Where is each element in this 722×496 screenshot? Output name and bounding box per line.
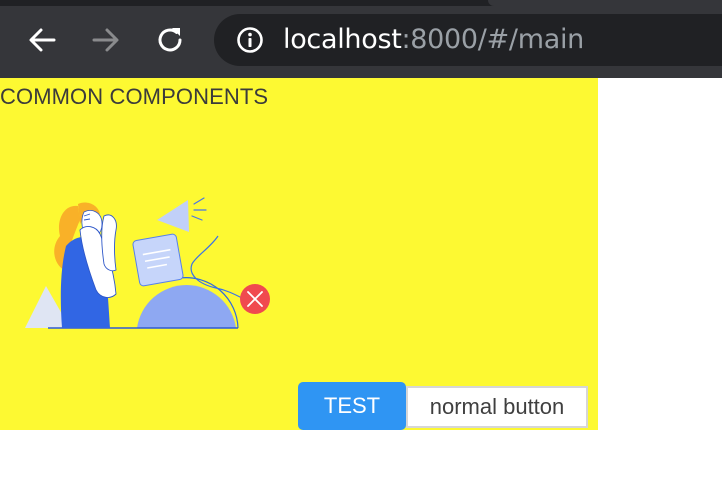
url-path: :8000/#/main [401,24,585,55]
back-button[interactable] [24,22,60,58]
url-text[interactable]: localhost:8000/#/main [283,25,584,55]
reload-icon [158,28,182,52]
page-content: COMMON COMPONENTS TEST normal button [0,78,598,430]
normal-button[interactable]: normal button [406,386,588,428]
reload-button[interactable] [152,22,188,58]
page-title: COMMON COMPONENTS [0,84,269,109]
address-bar[interactable]: localhost:8000/#/main [214,14,722,66]
active-tab-edge [488,0,722,6]
info-icon[interactable] [236,26,264,54]
arrow-left-icon [29,28,56,52]
test-button[interactable]: TEST [298,382,406,430]
url-host: localhost [283,24,402,55]
woman-megaphone-illustration [25,197,270,329]
browser-toolbar: localhost:8000/#/main [0,0,722,78]
arrow-right-icon [92,28,119,52]
forward-button[interactable] [88,22,124,58]
